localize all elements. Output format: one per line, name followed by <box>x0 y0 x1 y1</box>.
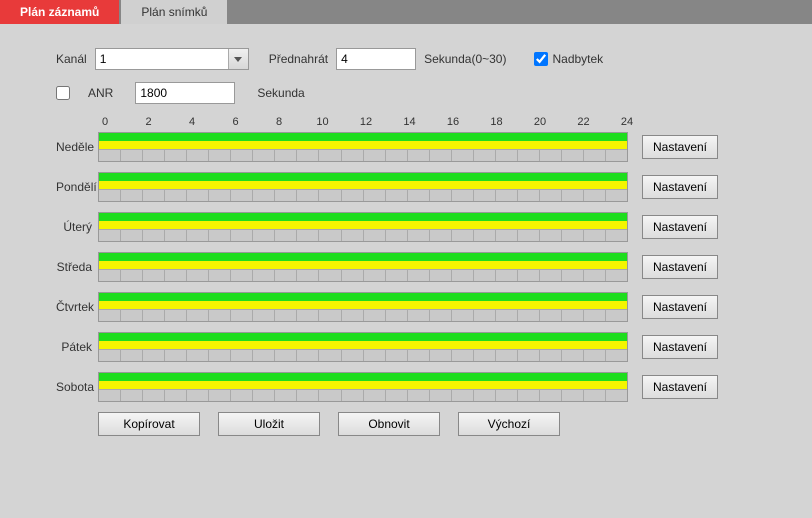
record-bar-regular <box>99 341 627 349</box>
timeline-grid <box>99 349 627 361</box>
refresh-button[interactable]: Obnovit <box>338 412 440 436</box>
day-row: Středa Nastavení <box>56 252 756 282</box>
timeline[interactable] <box>98 332 628 362</box>
record-bar-regular <box>99 181 627 189</box>
hour-tick: 6 <box>229 116 243 128</box>
schedule-area: 0 2 4 6 8 10 12 14 16 18 20 22 24 Neděle… <box>56 116 756 436</box>
hour-tick: 24 <box>620 116 634 128</box>
hour-tick: 10 <box>316 116 330 128</box>
timeline-grid <box>99 149 627 161</box>
hour-labels: 0 2 4 6 8 10 12 14 16 18 20 22 24 <box>98 116 634 128</box>
day-settings-button[interactable]: Nastavení <box>642 175 718 199</box>
timeline[interactable] <box>98 252 628 282</box>
default-button[interactable]: Výchozí <box>458 412 560 436</box>
tab-snapshot-plan[interactable]: Plán snímků <box>121 0 227 24</box>
record-bar-regular <box>99 221 627 229</box>
day-settings-button[interactable]: Nastavení <box>642 295 718 319</box>
hour-tick: 20 <box>533 116 547 128</box>
hour-tick: 22 <box>577 116 591 128</box>
day-row: Pondělí Nastavení <box>56 172 756 202</box>
hour-tick: 18 <box>490 116 504 128</box>
hour-tick: 0 <box>98 116 112 128</box>
day-row: Neděle Nastavení <box>56 132 756 162</box>
timeline[interactable] <box>98 292 628 322</box>
top-controls-row: Kanál 1 Přednahrát Sekunda(0~30) Nadbyte… <box>56 48 756 70</box>
day-settings-button[interactable]: Nastavení <box>642 255 718 279</box>
day-settings-button[interactable]: Nastavení <box>642 335 718 359</box>
day-label: Sobota <box>56 380 98 394</box>
record-bar-motion <box>99 133 627 141</box>
anr-checkbox[interactable] <box>56 86 70 100</box>
anr-seconds-input[interactable] <box>135 82 235 104</box>
timeline-grid <box>99 229 627 241</box>
bottom-buttons: Kopírovat Uložit Obnovit Výchozí <box>98 412 756 436</box>
day-settings-button[interactable]: Nastavení <box>642 215 718 239</box>
timeline-grid <box>99 309 627 321</box>
timeline[interactable] <box>98 372 628 402</box>
timeline-grid <box>99 389 627 401</box>
record-bar-regular <box>99 141 627 149</box>
day-row: Úterý Nastavení <box>56 212 756 242</box>
anr-seconds-label: Sekunda <box>257 86 304 100</box>
day-label: Pátek <box>56 340 98 354</box>
tab-record-plan[interactable]: Plán záznamů <box>0 0 119 24</box>
day-settings-button[interactable]: Nastavení <box>642 375 718 399</box>
day-row: Pátek Nastavení <box>56 332 756 362</box>
hour-tick: 2 <box>142 116 156 128</box>
record-bar-motion <box>99 333 627 341</box>
prerecord-label: Přednahrát <box>269 52 328 66</box>
record-bar-motion <box>99 173 627 181</box>
seconds-range-label: Sekunda(0~30) <box>424 52 506 66</box>
redundancy-checkbox[interactable] <box>534 52 548 66</box>
tabs-bar: Plán záznamů Plán snímků <box>0 0 812 24</box>
record-bar-regular <box>99 261 627 269</box>
timeline[interactable] <box>98 172 628 202</box>
day-label: Čtvrtek <box>56 300 98 314</box>
hour-tick: 16 <box>446 116 460 128</box>
copy-button[interactable]: Kopírovat <box>98 412 200 436</box>
record-bar-regular <box>99 381 627 389</box>
record-bar-motion <box>99 373 627 381</box>
redundancy-label: Nadbytek <box>552 52 603 66</box>
record-bar-motion <box>99 213 627 221</box>
save-button[interactable]: Uložit <box>218 412 320 436</box>
hour-tick: 8 <box>272 116 286 128</box>
record-bar-motion <box>99 253 627 261</box>
hour-tick: 12 <box>359 116 373 128</box>
channel-select[interactable]: 1 <box>95 48 249 70</box>
record-bar-regular <box>99 301 627 309</box>
record-bar-motion <box>99 293 627 301</box>
hour-tick: 4 <box>185 116 199 128</box>
timeline-grid <box>99 269 627 281</box>
hour-tick: 14 <box>403 116 417 128</box>
anr-row: ANR Sekunda <box>56 82 756 104</box>
timeline[interactable] <box>98 132 628 162</box>
timeline-grid <box>99 189 627 201</box>
day-row: Čtvrtek Nastavení <box>56 292 756 322</box>
day-label: Pondělí <box>56 180 98 194</box>
day-label: Středa <box>56 260 98 274</box>
content-area: Kanál 1 Přednahrát Sekunda(0~30) Nadbyte… <box>0 24 812 452</box>
anr-label: ANR <box>88 86 113 100</box>
day-settings-button[interactable]: Nastavení <box>642 135 718 159</box>
day-label: Neděle <box>56 140 98 154</box>
day-label: Úterý <box>56 220 98 234</box>
timeline[interactable] <box>98 212 628 242</box>
day-row: Sobota Nastavení <box>56 372 756 402</box>
channel-label: Kanál <box>56 52 87 66</box>
prerecord-input[interactable] <box>336 48 416 70</box>
